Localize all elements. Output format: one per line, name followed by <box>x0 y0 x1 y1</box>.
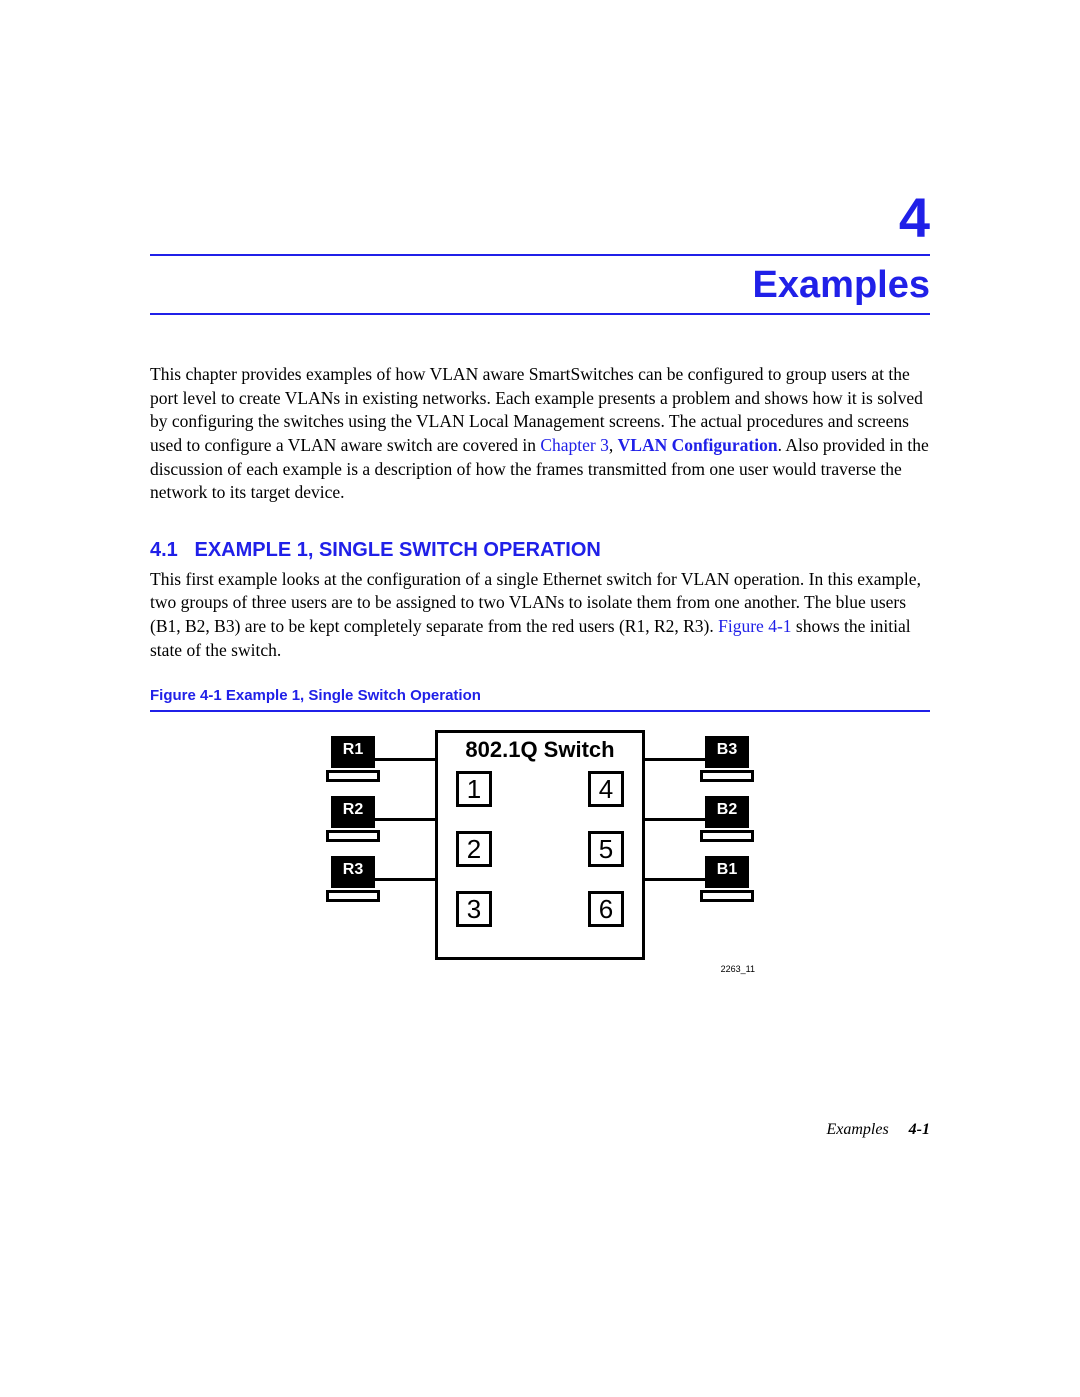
figure-diagram: R1 R2 R3 B3 B2 <box>325 730 755 1000</box>
link-sep: , <box>609 435 618 455</box>
pc-b3: B3 <box>699 736 755 788</box>
section-body: This first example looks at the configur… <box>150 568 930 663</box>
pc-label: B2 <box>699 801 755 819</box>
wire <box>373 818 435 821</box>
pc-b1: B1 <box>699 856 755 908</box>
footer-page-number: 4-1 <box>909 1121 930 1138</box>
pc-base <box>326 890 380 902</box>
port-5: 5 <box>588 831 624 867</box>
section-number: 4.1 <box>150 539 178 561</box>
page-footer: Examples 4-1 <box>150 1121 930 1139</box>
page: 4 Examples This chapter provides example… <box>0 0 1080 1397</box>
chapter-title: Examples <box>150 264 930 307</box>
rule-top <box>150 254 930 256</box>
port-6: 6 <box>588 891 624 927</box>
intro-paragraph: This chapter provides examples of how VL… <box>150 363 930 505</box>
rule-bottom <box>150 313 930 315</box>
switch-title: 802.1Q Switch <box>438 733 642 763</box>
section-title: EXAMPLE 1, SINGLE SWITCH OPERATION <box>194 539 600 561</box>
figure-source-id: 2263_11 <box>721 964 755 974</box>
pc-b2: B2 <box>699 796 755 848</box>
link-vlan-configuration[interactable]: VLAN Configuration <box>618 435 778 455</box>
switch-ports: 1 2 3 4 5 6 <box>438 763 642 953</box>
link-chapter-3[interactable]: Chapter 3 <box>540 435 609 455</box>
pc-label: B3 <box>699 741 755 759</box>
port-2: 2 <box>456 831 492 867</box>
pc-label: R3 <box>325 861 381 879</box>
wire <box>645 878 707 881</box>
section-heading: 4.1 EXAMPLE 1, SINGLE SWITCH OPERATION <box>150 539 930 562</box>
link-figure-4-1[interactable]: Figure 4-1 <box>718 616 791 636</box>
chapter-number: 4 <box>150 190 930 246</box>
footer-chapter-name: Examples <box>826 1121 888 1138</box>
wire <box>373 878 435 881</box>
figure-caption: Figure 4-1 Example 1, Single Switch Oper… <box>150 687 481 708</box>
port-4: 4 <box>588 771 624 807</box>
wire <box>645 818 707 821</box>
wire <box>645 758 707 761</box>
pc-r3: R3 <box>325 856 381 908</box>
pc-r2: R2 <box>325 796 381 848</box>
switch-body: 802.1Q Switch 1 2 3 4 5 6 <box>435 730 645 960</box>
port-3: 3 <box>456 891 492 927</box>
pc-base <box>326 830 380 842</box>
pc-base <box>700 890 754 902</box>
pc-r1: R1 <box>325 736 381 788</box>
wire <box>373 758 435 761</box>
pc-base <box>700 770 754 782</box>
pc-label: B1 <box>699 861 755 879</box>
figure-caption-row: Figure 4-1 Example 1, Single Switch Oper… <box>150 684 930 708</box>
pc-label: R1 <box>325 741 381 759</box>
pc-label: R2 <box>325 801 381 819</box>
port-1: 1 <box>456 771 492 807</box>
pc-base <box>326 770 380 782</box>
figure-caption-rule <box>150 710 930 712</box>
pc-base <box>700 830 754 842</box>
